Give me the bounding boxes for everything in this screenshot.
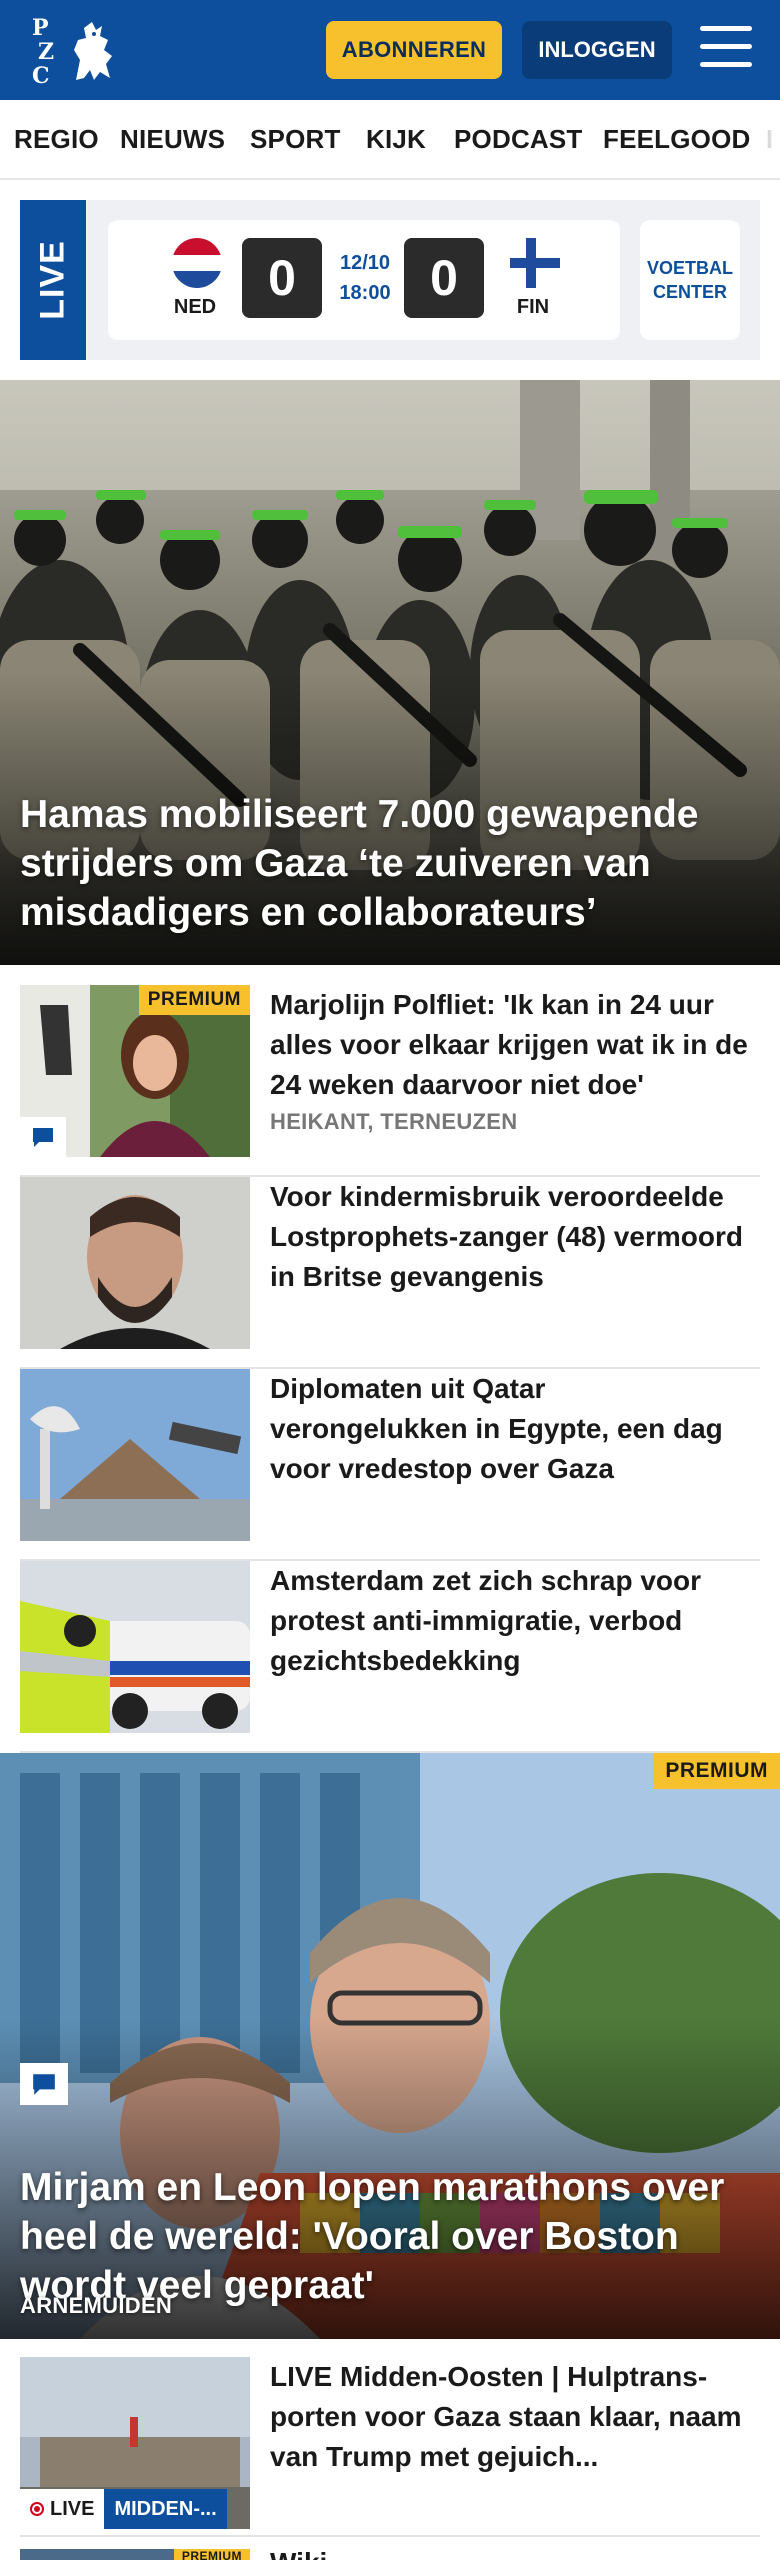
record-dot-icon <box>30 2502 44 2516</box>
topic-tag[interactable]: MIDDEN-... <box>104 2489 227 2529</box>
article-thumbnail <box>20 1561 250 1733</box>
feature-location: ARNEMUIDEN <box>20 2293 173 2318</box>
match-date: 12/10 <box>339 252 391 274</box>
home-team: NED <box>160 238 230 328</box>
premium-badge: PREMIUM <box>653 1753 780 1789</box>
nav-item-regio[interactable]: REGIO <box>14 100 99 178</box>
nav-item-kijk[interactable]: KIJK <box>366 100 426 178</box>
nav-fade <box>760 100 780 178</box>
live-label: LIVE <box>33 240 72 320</box>
comment-icon <box>20 2063 68 2105</box>
premium-badge: PREMIUM <box>138 985 250 1015</box>
home-score: 0 <box>242 238 322 318</box>
article-title[interactable]: Marjolijn Polfliet: 'Ik kan in 24 uur al… <box>270 985 750 1105</box>
logo-letters: P Z C <box>32 15 55 89</box>
menu-icon[interactable] <box>700 26 752 72</box>
article-title[interactable]: Voor kindermisbruik veroordeel­de Lostpr… <box>270 1177 750 1297</box>
voetbal-center-button[interactable]: VOETBAL CENTER <box>640 220 740 340</box>
article-thumbnail: LIVE MIDDEN-... <box>20 2357 250 2529</box>
netherlands-flag-icon <box>172 238 222 288</box>
article-image <box>20 1177 250 1349</box>
lion-icon <box>74 22 112 80</box>
login-button[interactable]: INLOGGEN <box>522 21 672 79</box>
article-title[interactable]: Diplomaten uit Qatar verongelukken in Eg… <box>270 1369 750 1489</box>
feature-article[interactable]: PREMIUM Mirjam en Leon lopen marathons o… <box>0 1753 780 2339</box>
nav-item-podcast[interactable]: PODCAST <box>454 100 583 178</box>
article-location: HEIKANT, TERNEUZEN <box>270 1109 518 1134</box>
away-team-code: FIN <box>516 296 550 318</box>
match-time: 18:00 <box>339 282 391 304</box>
article-item[interactable]: Amsterdam zet zich schrap voor protest a… <box>20 1561 760 1753</box>
article-item-partial[interactable]: PREMIUM Wiki... <box>20 2547 760 2560</box>
match-card[interactable]: NED 0 12/10 18:00 0 FIN <box>108 220 620 340</box>
live-tag: LIVE <box>20 200 86 360</box>
match-datetime: 12/10 18:00 <box>330 248 400 308</box>
hero-article[interactable]: Hamas mobiliseert 7.000 gewapende strijd… <box>0 380 780 965</box>
live-indicator-label: LIVE <box>50 2497 95 2520</box>
live-scoreboard: LIVE NED 0 12/10 18:00 0 FIN VOETBAL CEN… <box>20 200 760 360</box>
hero-title[interactable]: Hamas mobiliseert 7.000 gewapende strijd… <box>20 790 760 937</box>
live-badges: LIVE MIDDEN-... <box>20 2489 227 2529</box>
article-thumbnail: PREMIUM <box>20 985 250 1157</box>
away-score: 0 <box>404 238 484 318</box>
article-thumbnail: PREMIUM <box>20 2549 250 2560</box>
home-team-code: NED <box>173 296 217 318</box>
comment-icon <box>20 1117 66 1157</box>
pzc-logo[interactable]: P Z C <box>28 14 114 88</box>
article-thumbnail <box>20 1177 250 1349</box>
article-title[interactable]: Amsterdam zet zich schrap voor protest a… <box>270 1561 750 1681</box>
article-item[interactable]: Diplomaten uit Qatar verongelukken in Eg… <box>20 1369 760 1561</box>
away-team: FIN <box>498 238 568 328</box>
article-title[interactable]: LIVE Midden-Oosten | Hulptrans­porten vo… <box>270 2357 750 2477</box>
article-image <box>20 1561 250 1733</box>
subscribe-button[interactable]: ABONNEREN <box>326 21 502 79</box>
nav-item-feelgood[interactable]: FEELGOOD <box>603 100 751 178</box>
nav-item-nieuws[interactable]: NIEUWS <box>120 100 225 178</box>
feature-title[interactable]: Mirjam en Leon lopen marathons over heel… <box>20 2163 760 2310</box>
nav-item-sport[interactable]: SPORT <box>250 100 341 178</box>
live-indicator: LIVE <box>20 2489 105 2529</box>
site-header: P Z C ABONNEREN INLOGGEN <box>0 0 780 100</box>
live-article-item[interactable]: LIVE MIDDEN-... LIVE Midden-Oosten | Hul… <box>20 2357 760 2537</box>
article-item[interactable]: PREMIUM Marjolijn Polfliet: 'Ik kan in 2… <box>20 985 760 1177</box>
article-thumbnail <box>20 1369 250 1541</box>
finland-flag-icon <box>510 238 560 288</box>
article-item[interactable]: Voor kindermisbruik veroordeel­de Lostpr… <box>20 1177 760 1369</box>
section-nav: REGIO NIEUWS SPORT KIJK PODCAST FEELGOOD… <box>0 100 780 180</box>
article-title[interactable]: Wiki... <box>270 2543 750 2560</box>
premium-badge: PREMIUM <box>173 2549 250 2560</box>
article-image <box>20 1369 250 1541</box>
